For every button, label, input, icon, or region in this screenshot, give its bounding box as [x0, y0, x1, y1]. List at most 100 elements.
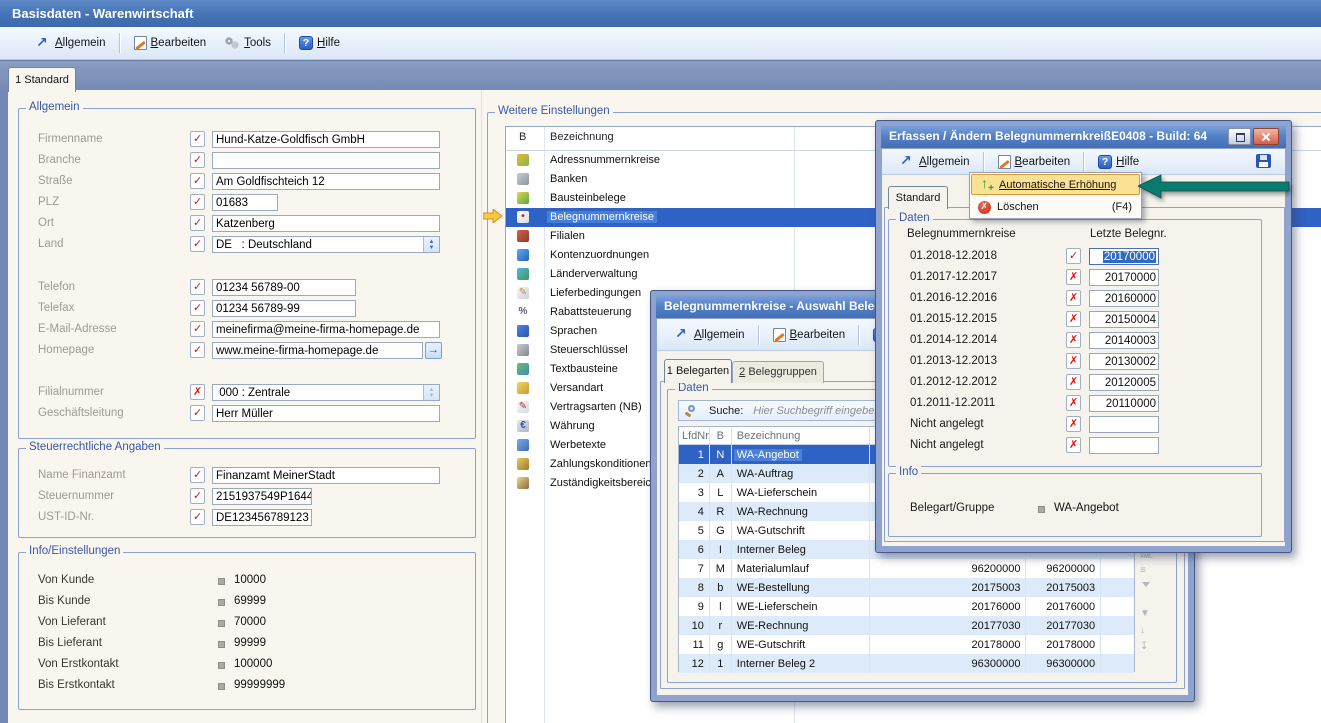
check-marker-icon[interactable] [190, 194, 205, 210]
check-marker-icon[interactable] [190, 342, 205, 358]
last-number-input[interactable] [1089, 437, 1159, 454]
table-row[interactable]: 10rWE-Rechnung2017703020177030 [679, 616, 1134, 635]
cell-bezeichnung: WE-Lieferschein [732, 597, 870, 616]
list-view-icon[interactable]: ≡ [1140, 566, 1146, 576]
table-row[interactable]: 8bWE-Bestellung2017500320175003 [679, 578, 1134, 597]
check-marker-icon[interactable] [190, 173, 205, 189]
menu-item-bearbeiten[interactable]: Bearbeiten [764, 325, 855, 345]
cross-marker-icon[interactable] [1066, 290, 1081, 306]
check-marker-icon[interactable] [190, 215, 205, 231]
close-button[interactable] [1253, 128, 1279, 145]
field-input-plz[interactable]: 01683 [212, 194, 278, 211]
cell-bezeichnung: WE-Bestellung [732, 578, 870, 597]
bullet-icon [218, 578, 225, 585]
cross-marker-icon[interactable] [1066, 374, 1081, 390]
field-input-ust-id-nr[interactable]: DE123456789123 [212, 509, 312, 526]
check-marker-icon[interactable] [190, 467, 205, 483]
tab-belegarten[interactable]: 1 Belegarten [664, 359, 732, 383]
cross-marker-icon[interactable] [1066, 395, 1081, 411]
last-number-input[interactable]: 20150004 [1089, 311, 1159, 328]
xml-export-icon[interactable]: XML [1140, 552, 1153, 562]
sort-down-icon[interactable]: ▼ [1140, 609, 1150, 619]
groupbox-steuer-label: Steuerrechtliche Angaben [26, 441, 164, 453]
field-input-geschäftsleitung[interactable]: Herr Müller [212, 405, 440, 422]
last-number-input[interactable]: 20170000 [1089, 248, 1159, 265]
check-marker-icon[interactable] [190, 131, 205, 147]
field-input-branche[interactable] [212, 152, 440, 169]
menu-item-loeschen[interactable]: Löschen (F4) [970, 196, 1141, 218]
menu-item-bearbeiten[interactable]: Bearbeiten [989, 152, 1080, 172]
period-label: 01.2013-12.2013 [910, 355, 997, 367]
spinner-icon[interactable] [423, 385, 439, 400]
menu-item-hilfe[interactable]: Hilfe [290, 33, 349, 53]
scroll-to-bottom-icon[interactable]: ↧ [1140, 642, 1148, 652]
menu-item-hilfe[interactable]: Hilfe [1089, 152, 1148, 172]
scroll-down-icon[interactable]: ↓ [1140, 626, 1145, 636]
field-input-telefax[interactable]: 01234 56789-99 [212, 300, 356, 317]
check-marker-icon[interactable] [190, 300, 205, 316]
tree-item-label: Bausteinbelege [550, 192, 626, 204]
banks-icon [517, 173, 529, 185]
check-marker-icon[interactable] [190, 321, 205, 337]
check-marker-icon[interactable] [190, 405, 205, 421]
cross-marker-icon[interactable] [1066, 311, 1081, 327]
cell-b: M [710, 559, 732, 578]
last-number-input[interactable]: 20130002 [1089, 353, 1159, 370]
check-marker-icon[interactable] [190, 236, 205, 252]
last-number-input[interactable]: 20160000 [1089, 290, 1159, 307]
period-label: 01.2011-12.2011 [910, 397, 995, 409]
cross-marker-icon[interactable] [1066, 269, 1081, 285]
field-input-filialnummer[interactable]: 000 : Zentrale [212, 384, 440, 401]
bullet-icon [218, 662, 225, 669]
restore-button[interactable] [1228, 128, 1251, 145]
menu-item-bearbeiten[interactable]: Bearbeiten [125, 33, 216, 53]
filter-icon[interactable] [1142, 582, 1150, 587]
cross-marker-icon[interactable] [1066, 437, 1081, 453]
table-row[interactable]: 9lWE-Lieferschein2017600020176000 [679, 597, 1134, 616]
tab-standard-edit[interactable]: Standard [888, 186, 948, 209]
tree-item-label: Währung [550, 420, 595, 432]
cell-b: L [710, 483, 732, 502]
check-marker-icon[interactable] [190, 488, 205, 504]
field-label: PLZ [38, 196, 59, 208]
check-marker-icon[interactable] [190, 279, 205, 295]
field-input-telefon[interactable]: 01234 56789-00 [212, 279, 356, 296]
check-marker-icon[interactable] [190, 509, 205, 525]
spinner-icon[interactable] [423, 237, 439, 252]
open-homepage-icon[interactable] [425, 342, 442, 359]
save-icon[interactable] [1256, 154, 1271, 168]
last-number-input[interactable]: 20110000 [1089, 395, 1159, 412]
field-input-name-finanzamt[interactable]: Finanzamt MeinerStadt [212, 467, 440, 484]
tab-standard[interactable]: 1 Standard [8, 67, 76, 92]
check-marker-icon[interactable] [190, 152, 205, 168]
table-row[interactable]: 121Interner Beleg 29630000096300000 [679, 654, 1134, 673]
cross-marker-icon[interactable] [190, 384, 205, 400]
last-number-input[interactable]: 20140003 [1089, 332, 1159, 349]
menu-item-allgemein[interactable]: Allgemein [890, 151, 979, 172]
field-input-firmenname[interactable]: Hund-Katze-Goldfisch GmbH [212, 131, 440, 148]
field-input-e-mail-adresse[interactable]: meinefirma@meine-firma-homepage.de [212, 321, 440, 338]
table-row[interactable]: 11gWE-Gutschrift2017800020178000 [679, 635, 1134, 654]
cell-lfdnr: 9 [679, 597, 710, 616]
field-input-ort[interactable]: Katzenberg [212, 215, 440, 232]
cross-marker-icon[interactable] [1066, 332, 1081, 348]
field-input-straße[interactable]: Am Goldfischteich 12 [212, 173, 440, 190]
menu-item-allgemein[interactable]: Allgemein [26, 33, 115, 54]
menu-item-allgemein[interactable]: Allgemein [665, 324, 754, 345]
last-number-input[interactable] [1089, 416, 1159, 433]
last-number-input[interactable]: 20170000 [1089, 269, 1159, 286]
menu-item-automatische-erhoehung[interactable]: Automatische Erhöhung [971, 174, 1140, 195]
field-input-land[interactable]: DE : Deutschland [212, 236, 440, 253]
field-label: Filialnummer [38, 386, 104, 398]
cross-marker-icon[interactable] [1066, 416, 1081, 432]
cell-lfdnr: 10 [679, 616, 710, 635]
menu-item-tools[interactable]: Tools [215, 33, 280, 54]
field-input-homepage[interactable]: www.meine-firma-homepage.de [212, 342, 423, 359]
last-number-input[interactable]: 20120005 [1089, 374, 1159, 391]
cross-marker-icon[interactable] [1066, 353, 1081, 369]
tab-beleggruppen[interactable]: 2 Beleggruppen [732, 361, 824, 383]
table-row[interactable]: 7MMaterialumlauf9620000096200000 [679, 559, 1134, 578]
field-steuernummer: Steuernummer2151937549P1644 [38, 488, 442, 505]
field-input-steuernummer[interactable]: 2151937549P1644 [212, 488, 312, 505]
check-marker-icon[interactable] [1066, 248, 1081, 264]
